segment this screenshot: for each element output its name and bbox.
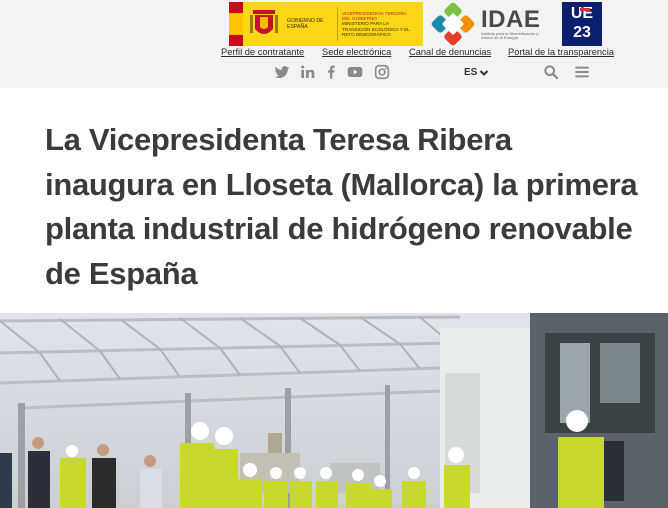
top-links: Perfil de contratante Sede electrónica C… bbox=[0, 47, 668, 59]
idae-wordmark: IDAE bbox=[481, 5, 541, 33]
government-label: Gobierno de España bbox=[287, 18, 324, 30]
link-sede-electronica[interactable]: Sede electrónica bbox=[322, 47, 391, 57]
coat-of-arms-icon bbox=[247, 7, 281, 41]
eu-badge-year: 23 bbox=[573, 24, 591, 41]
ministry-label: Ministerio para la Transición Ecológica … bbox=[342, 21, 410, 37]
search-icon[interactable] bbox=[543, 64, 559, 80]
government-logo[interactable]: Gobierno de España Vicepresidencia Terce… bbox=[229, 2, 423, 46]
eu-badge-top: UE bbox=[570, 5, 594, 22]
youtube-icon[interactable] bbox=[347, 64, 363, 80]
vicepresidency-label: Vicepresidencia Tercera del Gobierno bbox=[342, 10, 407, 22]
idae-subtitle: Instituto para la Diversificación y Ahor… bbox=[481, 30, 539, 40]
article-photo bbox=[0, 313, 668, 508]
link-canal-denuncias[interactable]: Canal de denuncias bbox=[409, 47, 491, 57]
language-label: ES bbox=[464, 67, 478, 78]
menu-icon[interactable] bbox=[574, 64, 590, 80]
twitter-icon[interactable] bbox=[274, 64, 290, 80]
article-title: La Vicepresidenta Teresa Ribera inaugura… bbox=[45, 122, 638, 291]
language-selector[interactable]: ES bbox=[464, 67, 489, 78]
eu-presidency-badge[interactable]: UE 23 bbox=[562, 2, 602, 46]
idae-logo[interactable]: IDAE Instituto para la Diversificación y… bbox=[431, 2, 555, 46]
linkedin-icon[interactable] bbox=[300, 64, 316, 80]
chevron-down-icon bbox=[480, 69, 489, 76]
spanish-flag-stripe bbox=[229, 2, 243, 46]
link-perfil-contratante[interactable]: Perfil de contratante bbox=[221, 47, 304, 57]
site-header: Gobierno de España Vicepresidencia Terce… bbox=[0, 0, 668, 88]
instagram-icon[interactable] bbox=[374, 64, 390, 80]
facebook-icon[interactable] bbox=[323, 64, 339, 80]
idae-mark-icon bbox=[431, 2, 475, 46]
link-portal-transparencia[interactable]: Portal de la transparencia bbox=[508, 47, 614, 57]
tools-bar: ES bbox=[0, 62, 668, 84]
